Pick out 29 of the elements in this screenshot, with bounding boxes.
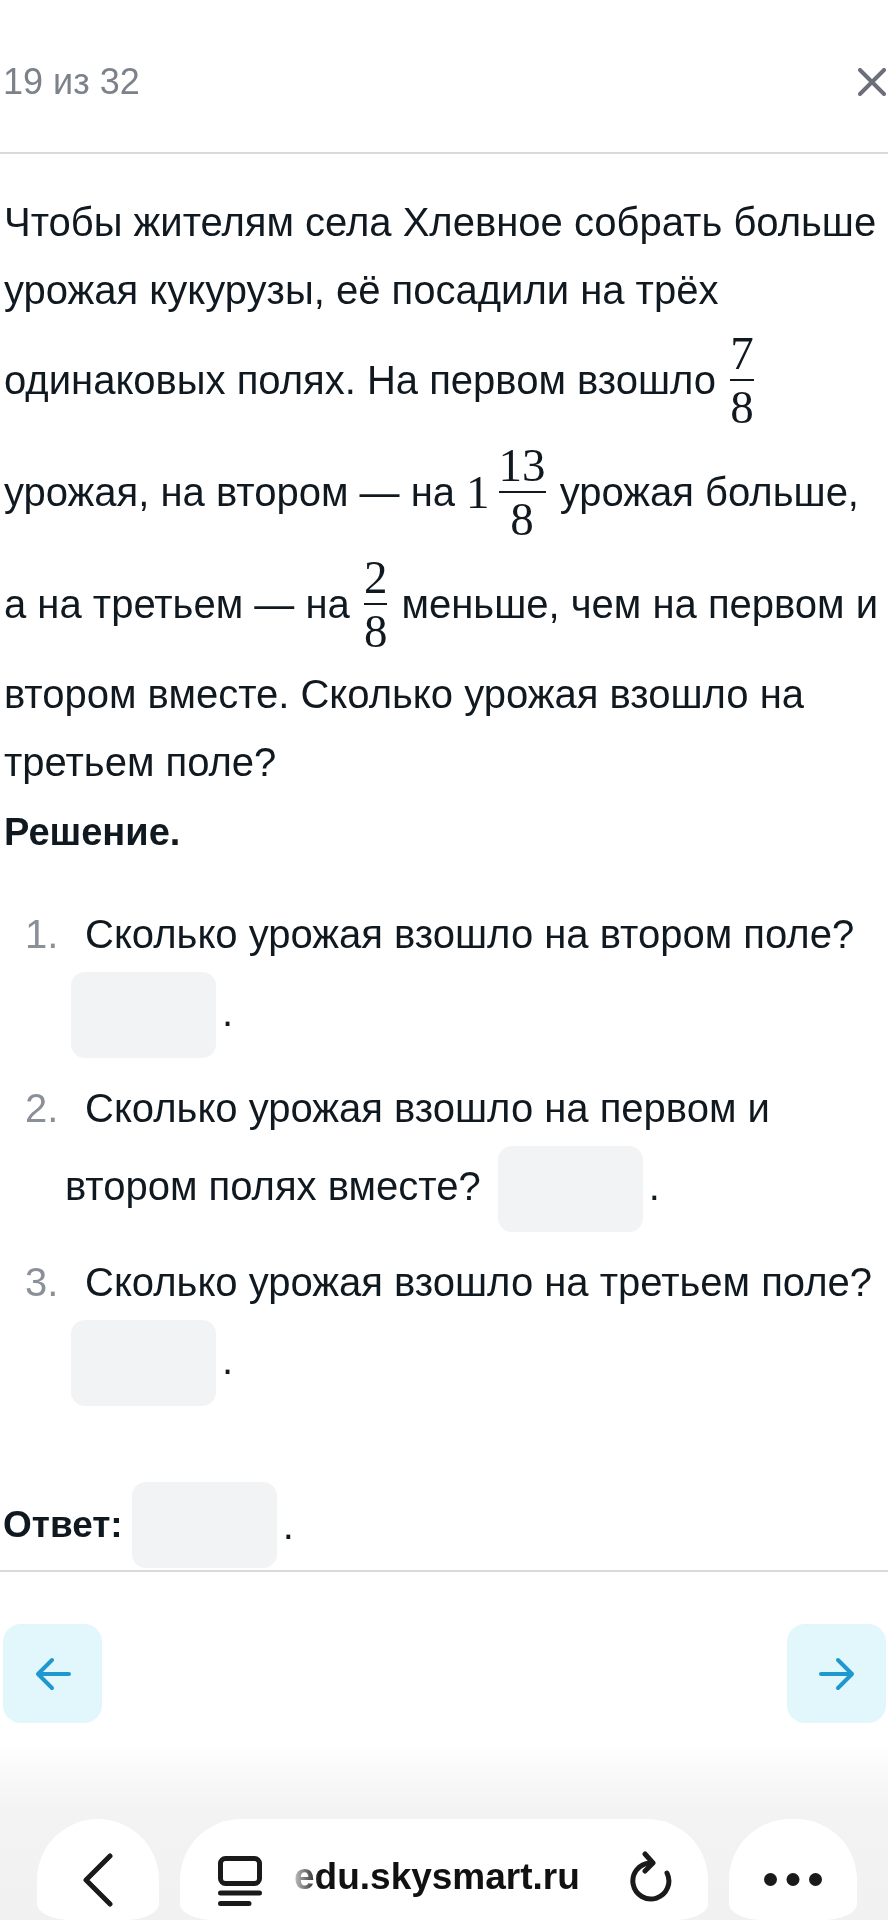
arrow-left-icon bbox=[34, 1656, 71, 1691]
period-text: . bbox=[648, 1163, 660, 1208]
close-icon bbox=[858, 68, 886, 96]
question-counter: 19 из 32 bbox=[3, 62, 140, 102]
step-number: 3. bbox=[25, 1259, 60, 1306]
url-text: edu.skysmart.ru bbox=[294, 1855, 580, 1899]
reload-button[interactable] bbox=[628, 1851, 674, 1903]
more-icon bbox=[764, 1873, 822, 1886]
step-question: втором полях вместе? bbox=[65, 1163, 481, 1208]
next-button[interactable] bbox=[787, 1624, 886, 1723]
period-text: . bbox=[282, 1502, 294, 1549]
arrow-right-icon bbox=[818, 1656, 855, 1691]
browser-back-button[interactable] bbox=[37, 1819, 159, 1920]
reader-icon[interactable] bbox=[218, 1856, 262, 1906]
step-question: Сколько урожая взошло на втором поле? bbox=[85, 912, 855, 956]
period-text: . bbox=[222, 1337, 234, 1382]
step-question: Сколько урожая взошло на третьем поле? bbox=[85, 1260, 873, 1304]
close-button[interactable] bbox=[858, 68, 886, 96]
solution-heading: Решение. bbox=[4, 810, 181, 855]
address-bar[interactable]: edu.skysmart.ru bbox=[180, 1819, 708, 1920]
step-number: 2. bbox=[25, 1085, 60, 1132]
step-question: Сколько урожая взошло на первом и bbox=[85, 1086, 770, 1130]
reload-icon bbox=[628, 1851, 674, 1903]
chevron-left-icon bbox=[82, 1853, 114, 1907]
period-text: . bbox=[222, 989, 234, 1034]
previous-button[interactable] bbox=[3, 1624, 102, 1723]
more-button[interactable] bbox=[729, 1819, 857, 1920]
step-number: 1. bbox=[25, 911, 60, 958]
answer-label: Ответ: bbox=[3, 1503, 123, 1547]
